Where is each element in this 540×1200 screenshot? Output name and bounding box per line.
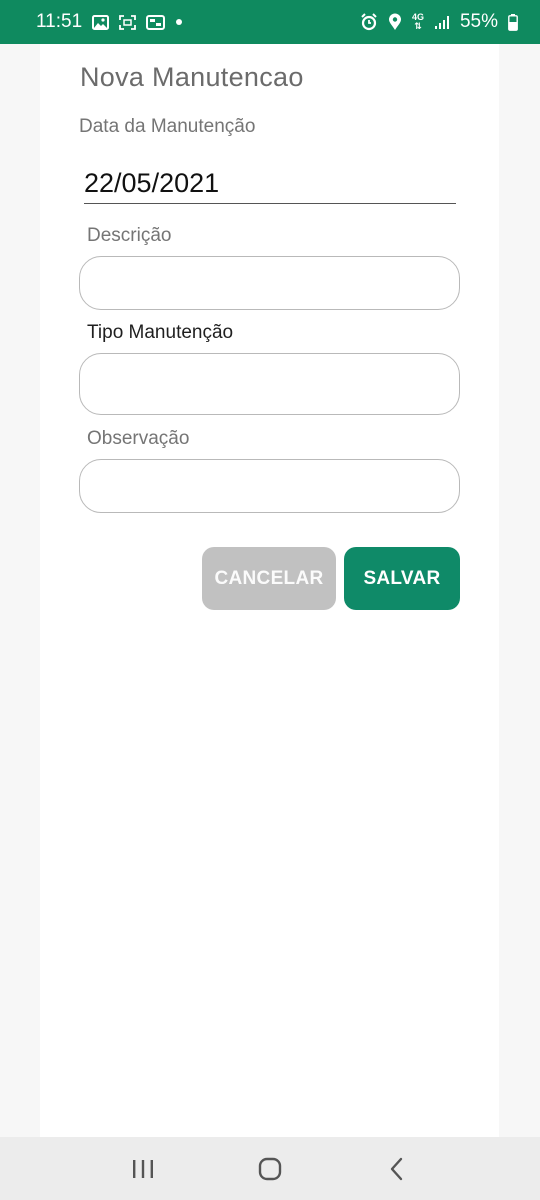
- status-time: 11:51: [36, 11, 83, 32]
- back-icon[interactable]: [367, 1144, 427, 1194]
- tipo-input[interactable]: [79, 353, 460, 415]
- date-label: Data da Manutenção: [79, 116, 256, 137]
- descricao-label: Descrição: [87, 225, 172, 246]
- status-right: 4G ⇅ 55%: [360, 11, 518, 33]
- page-title: Nova Manutencao: [80, 62, 304, 92]
- location-icon: [388, 13, 402, 31]
- data-arrows: ⇅: [414, 21, 422, 31]
- tipo-label: Tipo Manutenção: [87, 322, 234, 343]
- observacao-input[interactable]: [79, 459, 460, 513]
- save-button[interactable]: SALVAR: [344, 547, 460, 610]
- recent-apps-icon[interactable]: [113, 1144, 173, 1194]
- home-icon[interactable]: [240, 1144, 300, 1194]
- battery-percent: 55%: [459, 11, 498, 32]
- cancel-button[interactable]: CANCELAR: [202, 547, 336, 610]
- observacao-label: Observação: [87, 428, 190, 449]
- alarm-icon: [360, 13, 378, 31]
- gallery-icon: [92, 14, 110, 30]
- form-sheet: Nova Manutencao Data da Manutenção Descr…: [40, 44, 499, 1137]
- battery-icon: [508, 13, 518, 31]
- dot-icon: [175, 18, 183, 26]
- navigation-bar: [0, 1137, 540, 1200]
- notification-icon: [146, 14, 166, 30]
- status-bar: 11:51 4G ⇅ 55%: [0, 0, 540, 44]
- descricao-input[interactable]: [79, 256, 460, 310]
- screenshot-icon: [119, 14, 137, 30]
- 4g-icon: 4G ⇅: [412, 13, 424, 31]
- date-field[interactable]: [84, 164, 456, 204]
- status-left: 11:51: [36, 11, 183, 33]
- signal-icon: [434, 15, 450, 30]
